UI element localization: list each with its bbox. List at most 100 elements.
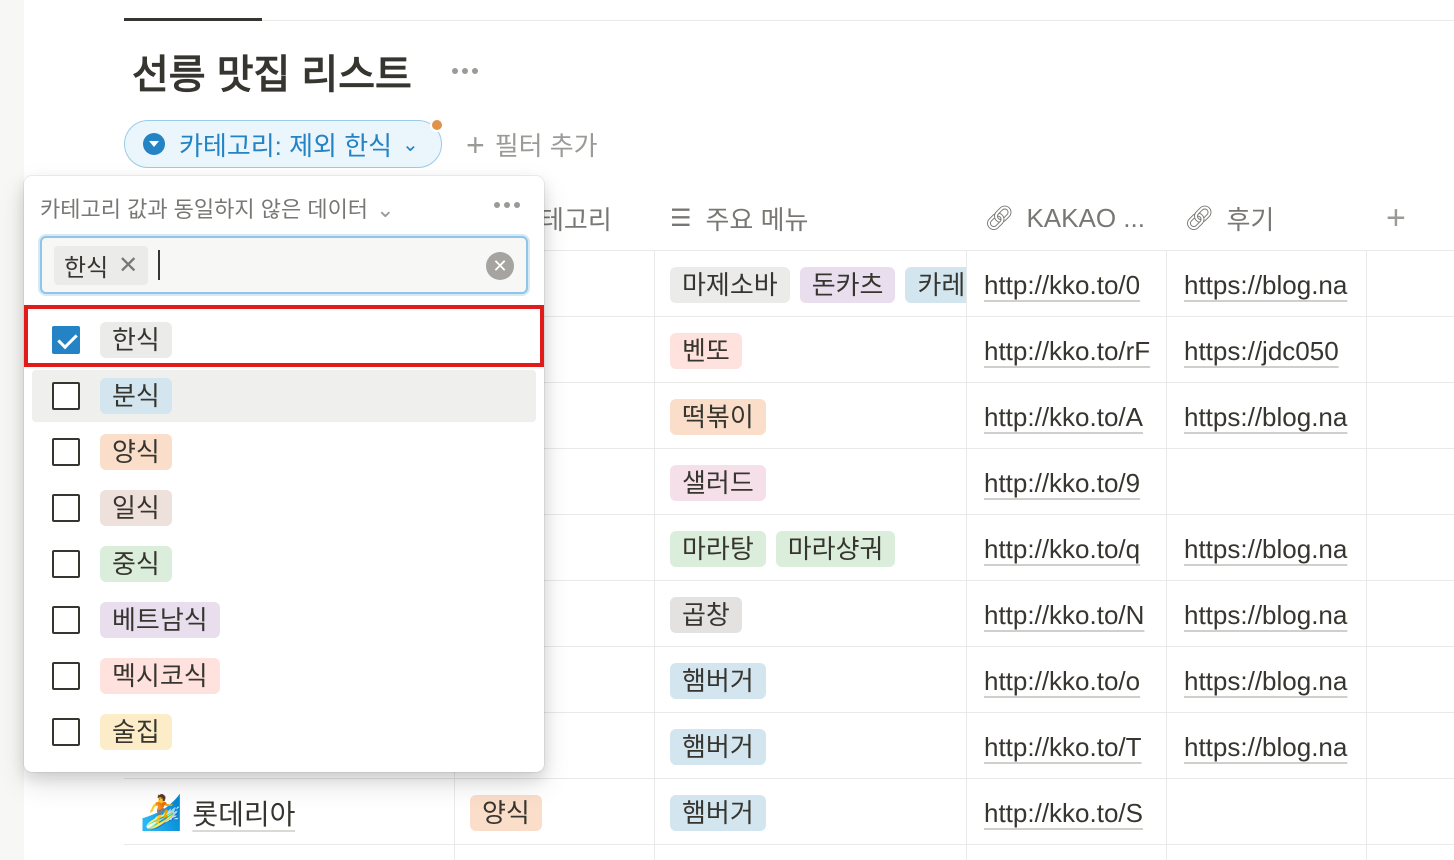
review-link-cell[interactable]: https://blog.na	[1184, 596, 1366, 634]
menu-cell[interactable]: 벤또	[670, 332, 966, 370]
selected-token-label: 한식	[64, 254, 109, 282]
filter-type-icon	[143, 133, 165, 155]
kakao-link[interactable]: http://kko.to/N	[984, 600, 1144, 631]
add-column-plus-icon[interactable]: +	[1386, 198, 1406, 238]
row-title-cell[interactable]: 🏄 롯데리아	[140, 794, 295, 832]
option-item[interactable]: 술집	[32, 706, 536, 758]
option-item[interactable]: 중식	[32, 538, 536, 590]
menu-cell[interactable]: 햄버거	[670, 662, 966, 700]
highlight-annotation-box	[24, 305, 544, 367]
chevron-down-icon: ⌄	[402, 133, 419, 156]
checkbox-icon[interactable]	[52, 382, 80, 410]
column-header-review[interactable]: 🔗︎ 후기	[1184, 198, 1274, 238]
review-link[interactable]: https://blog.na	[1184, 666, 1347, 697]
checkbox-icon[interactable]	[52, 438, 80, 466]
review-link[interactable]: https://jdc050	[1184, 336, 1339, 367]
kakao-link[interactable]: http://kko.to/A	[984, 402, 1143, 433]
kakao-link[interactable]: http://kko.to/S	[984, 798, 1143, 829]
filter-condition-label: 카테고리 값과 동일하지 않은 데이터	[40, 197, 369, 222]
review-link-cell[interactable]: https://blog.na	[1184, 530, 1366, 568]
review-link-cell[interactable]: https://jdc050	[1184, 332, 1366, 370]
menu-cell[interactable]: 햄버거	[670, 728, 966, 766]
checkbox-icon[interactable]	[52, 494, 80, 522]
menu-cell[interactable]: 마제소바 돈카츠 카레	[670, 266, 966, 304]
page-title: 선릉 맛집 리스트	[132, 53, 412, 97]
review-link[interactable]: https://blog.na	[1184, 534, 1347, 565]
option-item[interactable]: 분식	[32, 370, 536, 422]
review-link-cell[interactable]: https://blog.na	[1184, 662, 1366, 700]
menu-cell[interactable]: 햄버거	[670, 794, 966, 832]
kakao-link-cell[interactable]: http://kko.to/N	[984, 596, 1166, 634]
menu-tag: 떡볶이	[670, 399, 766, 435]
menu-cell[interactable]: 곱창	[670, 596, 966, 634]
link-icon: 🔗︎	[1184, 204, 1215, 232]
add-filter-button[interactable]: + 필터 추가	[466, 126, 598, 163]
column-header-kakao-label: KAKAO ...	[1026, 202, 1145, 233]
menu-cell[interactable]: 마라탕 마라샹궈	[670, 530, 966, 568]
left-sidebar-edge	[0, 0, 24, 860]
category-cell[interactable]: 양식	[470, 794, 542, 832]
menu-tag: 돈카츠	[799, 267, 896, 303]
unsaved-change-dot	[430, 118, 444, 132]
kakao-link-cell[interactable]: http://kko.to/T	[984, 728, 1166, 766]
option-tag: 분식	[100, 378, 172, 414]
kakao-link-cell[interactable]: http://kko.to/A	[984, 398, 1166, 436]
filter-condition-select[interactable]: 카테고리 값과 동일하지 않은 데이터 ⌄	[40, 192, 395, 224]
menu-tag: 샐러드	[670, 465, 766, 501]
checkbox-icon[interactable]	[52, 662, 80, 690]
option-item[interactable]: 양식	[32, 426, 536, 478]
kakao-link[interactable]: http://kko.to/9	[984, 468, 1140, 499]
remove-token-icon[interactable]: ✕	[118, 251, 138, 280]
review-link[interactable]: https://blog.na	[1184, 402, 1347, 433]
column-header-kakao[interactable]: 🔗︎ KAKAO ...	[984, 198, 1145, 238]
menu-tag: 마라탕	[670, 531, 766, 567]
menu-tag: 벤또	[670, 333, 742, 369]
text-cursor	[158, 250, 161, 280]
category-filter-chip[interactable]: 카테고리: 제외 한식 ⌄	[124, 120, 442, 168]
column-divider	[1366, 250, 1367, 860]
title-more-icon[interactable]	[452, 68, 478, 74]
menu-cell[interactable]: 샐러드	[670, 464, 966, 502]
checkbox-icon[interactable]	[52, 606, 80, 634]
kakao-link-cell[interactable]: http://kko.to/9	[984, 464, 1166, 502]
option-tag: 멕시코식	[100, 658, 220, 694]
review-link[interactable]: https://blog.na	[1184, 732, 1347, 763]
link-icon: 🔗︎	[984, 204, 1015, 232]
selected-option-token: 한식 ✕	[54, 245, 149, 285]
option-item[interactable]: 일식	[32, 482, 536, 534]
checkbox-icon[interactable]	[52, 718, 80, 746]
row-title: 롯데리아	[192, 799, 296, 830]
kakao-link-cell[interactable]: http://kko.to/S	[984, 794, 1166, 832]
category-tag: 양식	[470, 795, 542, 831]
kakao-link-cell[interactable]: http://kko.to/q	[984, 530, 1166, 568]
kakao-link-cell[interactable]: http://kko.to/0	[984, 266, 1166, 304]
kakao-link[interactable]: http://kko.to/o	[984, 666, 1140, 697]
kakao-link[interactable]: http://kko.to/T	[984, 732, 1142, 763]
option-search-input[interactable]: 한식 ✕ ✕	[40, 236, 528, 294]
review-link[interactable]: https://blog.na	[1184, 600, 1347, 631]
column-header-category[interactable]: 테고리	[540, 198, 612, 238]
clear-input-icon[interactable]: ✕	[486, 252, 514, 280]
row-divider	[124, 844, 1454, 845]
review-link-cell[interactable]: https://blog.na	[1184, 728, 1366, 766]
surfer-icon: 🏄	[140, 794, 183, 832]
option-tag: 베트남식	[100, 602, 220, 638]
kakao-link-cell[interactable]: http://kko.to/rF	[984, 332, 1166, 370]
menu-tag: 곱창	[670, 597, 742, 633]
filter-more-icon[interactable]	[494, 202, 520, 208]
option-item[interactable]: 멕시코식	[32, 650, 536, 702]
column-header-category-label: 테고리	[540, 204, 612, 235]
checkbox-icon[interactable]	[52, 550, 80, 578]
column-header-menu[interactable]: ☰ 주요 메뉴	[670, 198, 808, 238]
option-tag: 술집	[100, 714, 172, 750]
review-link[interactable]: https://blog.na	[1184, 270, 1347, 301]
kakao-link-cell[interactable]: http://kko.to/o	[984, 662, 1166, 700]
kakao-link[interactable]: http://kko.to/rF	[984, 336, 1150, 367]
option-item[interactable]: 베트남식	[32, 594, 536, 646]
kakao-link[interactable]: http://kko.to/q	[984, 534, 1140, 565]
review-link-cell[interactable]: https://blog.na	[1184, 266, 1366, 304]
kakao-link[interactable]: http://kko.to/0	[984, 270, 1140, 301]
menu-tag: 마제소바	[670, 267, 790, 303]
menu-cell[interactable]: 떡볶이	[670, 398, 966, 436]
review-link-cell[interactable]: https://blog.na	[1184, 398, 1366, 436]
